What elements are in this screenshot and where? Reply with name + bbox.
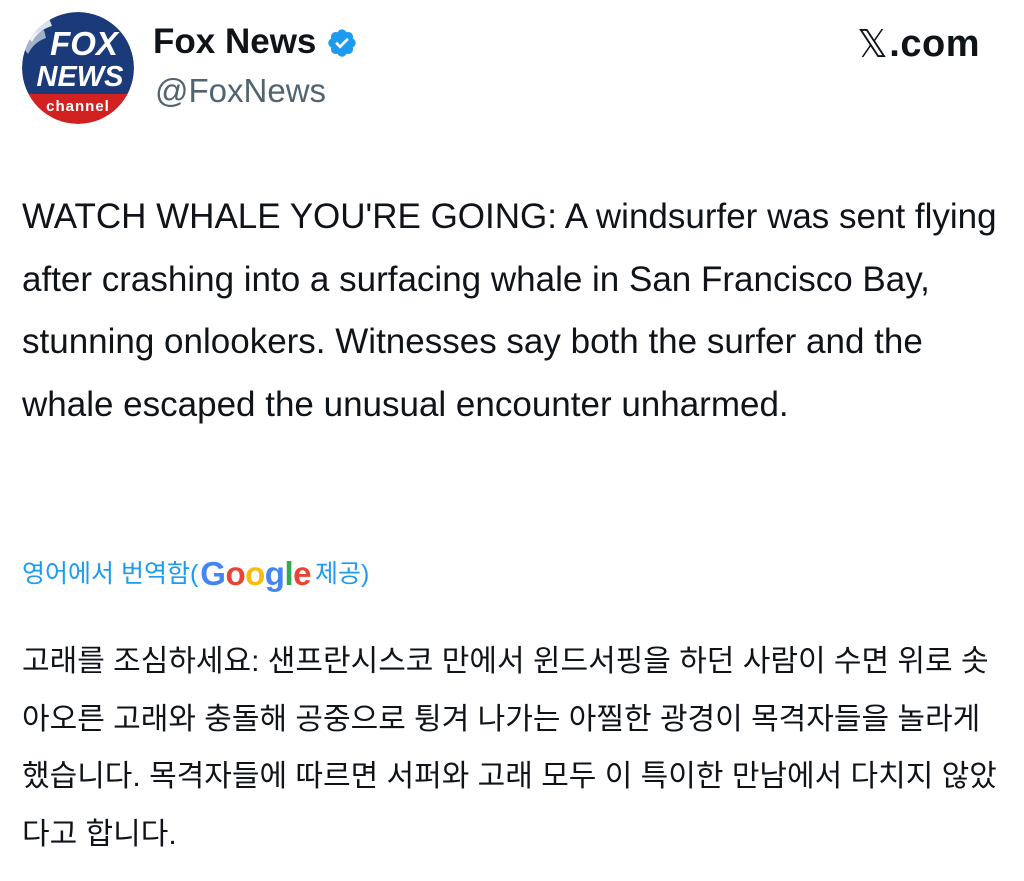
logo-channel-text: channel [46, 98, 110, 115]
x-com-source[interactable]: 𝕏 .com [857, 22, 980, 66]
x-domain-text: .com [889, 23, 980, 65]
translation-label-suffix: 제공) [315, 560, 370, 588]
author-name-text: Fox News [153, 22, 317, 61]
logo-news-text: NEWS [37, 61, 125, 93]
translation-label-prefix: 영어에서 번역함( [22, 560, 199, 588]
tweet-header: FOX NEWS channel Fox News @FoxNews 𝕏 .co… [0, 0, 1024, 140]
fox-news-logo: FOX NEWS channel [22, 12, 134, 124]
avatar[interactable]: FOX NEWS channel [22, 12, 134, 124]
translated-by-label[interactable]: 영어에서 번역함( Google 제공) [22, 552, 369, 596]
tweet-text: WATCH WHALE YOU'RE GOING: A windsurfer w… [22, 197, 997, 424]
author-name[interactable]: Fox News [153, 20, 358, 64]
translated-tweet-text: 고래를 조심하세요: 샌프란시스코 만에서 윈드서핑을 하던 사람이 수면 위로… [22, 645, 997, 851]
google-logo: Google [200, 555, 311, 592]
author-handle[interactable]: @FoxNews [155, 70, 326, 112]
logo-fox-text: FOX [50, 25, 120, 62]
verified-badge-icon [326, 26, 358, 58]
x-logo-icon: 𝕏 [857, 22, 889, 66]
